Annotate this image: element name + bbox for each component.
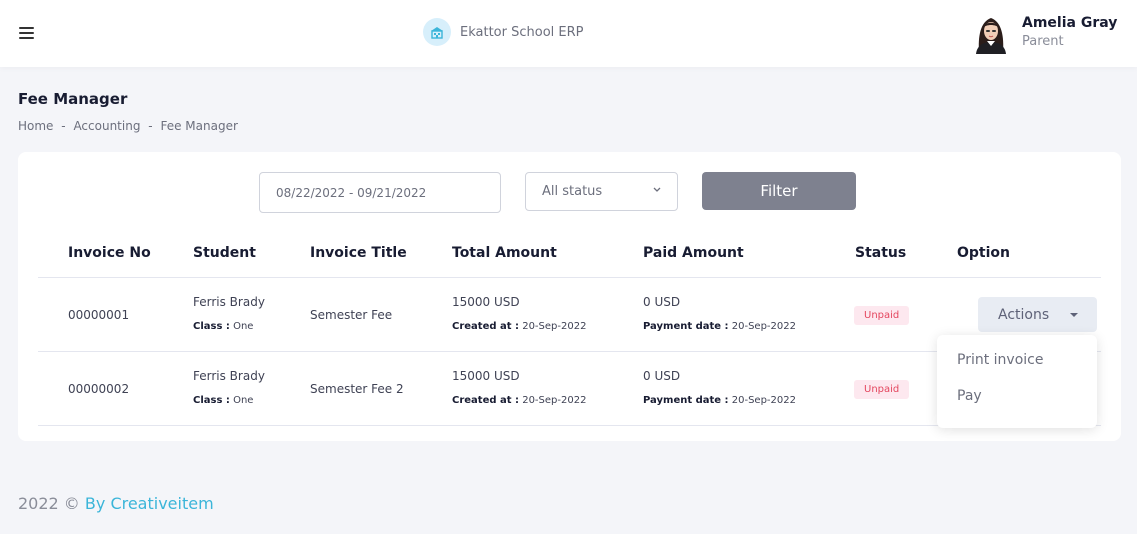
student-class: Class : One <box>193 395 254 406</box>
paid-amount: 0 USD <box>643 369 681 383</box>
header-student: Student <box>193 245 256 261</box>
user-profile[interactable]: Amelia Gray Parent <box>972 12 1117 54</box>
invoice-no: 00000002 <box>68 382 130 396</box>
footer: 2022 © By Creativeitem <box>18 494 214 513</box>
created-at: Created at : 20-Sep-2022 <box>452 395 587 406</box>
student-name: Ferris Brady <box>193 295 265 309</box>
total-amount: 15000 USD <box>452 295 520 309</box>
header-paid-amount: Paid Amount <box>643 245 744 261</box>
paid-amount: 0 USD <box>643 295 681 309</box>
header-divider <box>38 277 1101 278</box>
hamburger-icon[interactable] <box>14 22 38 44</box>
breadcrumb-accounting[interactable]: Accounting <box>73 119 140 133</box>
invoice-title: Semester Fee <box>310 308 393 322</box>
payment-date: Payment date : 20-Sep-2022 <box>643 395 796 406</box>
header-option: Option <box>957 245 1010 261</box>
total-amount: 15000 USD <box>452 369 520 383</box>
header-invoice-no: Invoice No <box>68 245 151 261</box>
brand[interactable]: Ekattor School ERP <box>423 18 583 46</box>
header-status: Status <box>855 245 907 261</box>
menu-item-pay[interactable]: Pay <box>937 388 1097 424</box>
header-invoice-title: Invoice Title <box>310 245 407 261</box>
breadcrumb-fee-manager: Fee Manager <box>160 119 238 133</box>
breadcrumb-separator: - <box>61 119 66 133</box>
caret-down-icon <box>1070 313 1078 317</box>
brand-name: Ekattor School ERP <box>460 24 584 40</box>
invoice-title: Semester Fee 2 <box>310 382 404 396</box>
header-total-amount: Total Amount <box>452 245 557 261</box>
avatar <box>976 18 1006 54</box>
invoice-no: 00000001 <box>68 308 130 322</box>
filter-button[interactable]: Filter <box>702 172 856 210</box>
payment-date: Payment date : 20-Sep-2022 <box>643 321 796 332</box>
user-name: Amelia Gray <box>1022 15 1118 31</box>
school-icon <box>423 18 451 46</box>
page-title: Fee Manager <box>18 90 128 108</box>
student-class: Class : One <box>193 321 254 332</box>
breadcrumb-separator: - <box>148 119 153 133</box>
breadcrumb-home[interactable]: Home <box>18 119 53 133</box>
status-badge: Unpaid <box>854 380 910 399</box>
breadcrumb: Home - Accounting - Fee Manager <box>18 119 238 133</box>
footer-link[interactable]: By Creativeitem <box>85 494 214 513</box>
user-role: Parent <box>1022 34 1064 49</box>
top-navbar: Ekattor School ERP Amelia Gray Parent <box>0 0 1137 67</box>
student-name: Ferris Brady <box>193 369 265 383</box>
status-select-value: All status <box>542 184 603 199</box>
actions-button[interactable]: Actions <box>978 297 1097 332</box>
actions-dropdown-menu: Print invoice Pay <box>937 335 1097 428</box>
status-select[interactable]: All status <box>525 172 678 211</box>
status-badge: Unpaid <box>854 306 910 325</box>
footer-copyright: 2022 © <box>18 494 80 513</box>
actions-button-label: Actions <box>998 306 1050 323</box>
menu-item-print-invoice[interactable]: Print invoice <box>937 352 1097 388</box>
chevron-down-icon <box>653 187 661 192</box>
date-range-input[interactable] <box>259 172 501 213</box>
created-at: Created at : 20-Sep-2022 <box>452 321 587 332</box>
